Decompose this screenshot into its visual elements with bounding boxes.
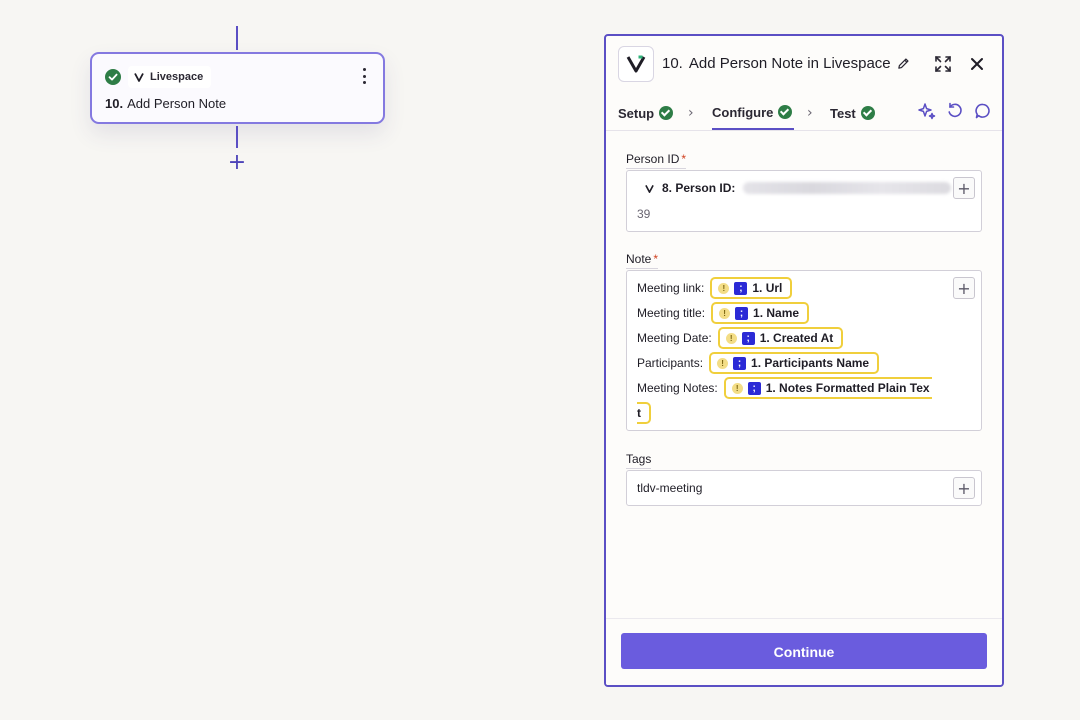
- note-line-meeting-date: Meeting Date: ! ; 1. Created At: [637, 327, 844, 349]
- tldv-icon: ;: [741, 331, 755, 345]
- mapped-field-label: 1. Name: [753, 306, 800, 320]
- mapped-field-pill[interactable]: ! ; 1. Notes Formatted Plain Tex: [723, 377, 932, 399]
- tags-field[interactable]: tldv-meeting +: [626, 470, 982, 506]
- pencil-icon[interactable]: [897, 57, 910, 70]
- livespace-logo-icon: [134, 73, 144, 82]
- add-mapping-button[interactable]: +: [953, 277, 975, 299]
- node-title: 10. Add Person Note: [105, 96, 226, 111]
- tab-configure[interactable]: Configure: [712, 96, 795, 130]
- connector-line-bottom: [236, 126, 238, 148]
- note-line-prefix: Meeting Date:: [637, 331, 712, 345]
- continue-button[interactable]: Continue: [621, 633, 987, 669]
- mapped-field-label: 1. Participants Name: [751, 356, 870, 370]
- kebab-menu-icon[interactable]: [359, 66, 369, 86]
- mapped-field-label: 1. Created At: [759, 331, 834, 345]
- chevron-right-icon: ›: [688, 105, 694, 121]
- check-circle-icon: [105, 69, 121, 85]
- note-line-prefix: Meeting link:: [637, 281, 705, 295]
- tab-test[interactable]: Test: [830, 96, 875, 130]
- node-app-name: Livespace: [150, 71, 204, 83]
- add-mapping-button[interactable]: +: [953, 477, 975, 499]
- mapped-field-pill-continuation[interactable]: t: [637, 402, 651, 424]
- panel-title: 10. Add Person Note in Livespace: [662, 55, 910, 72]
- sparkle-icon[interactable]: [916, 100, 938, 122]
- person-id-label: Person ID *: [626, 152, 687, 169]
- tab-configure-label: Configure: [712, 104, 774, 120]
- node-step-number: 10.: [105, 96, 124, 111]
- warning-icon: !: [719, 307, 731, 319]
- tab-test-label: Test: [830, 105, 856, 121]
- note-field[interactable]: Meeting link: ! ; 1. Url Meeting title: …: [626, 270, 982, 431]
- expand-icon[interactable]: [932, 53, 954, 75]
- tags-value: tldv-meeting: [637, 481, 703, 495]
- person-id-token-label: 8. Person ID:: [662, 181, 736, 195]
- panel-header: 10. Add Person Note in Livespace: [606, 36, 1002, 94]
- tldv-icon: ;: [734, 281, 748, 295]
- note-line-meeting-notes: Meeting Notes: ! ; 1. Notes Formatted Pl…: [637, 377, 932, 399]
- mapped-field-pill[interactable]: ! ; 1. Participants Name: [709, 352, 880, 374]
- node-app-badge: Livespace: [128, 66, 212, 88]
- warning-icon: !: [725, 332, 737, 344]
- required-mark: *: [653, 252, 659, 266]
- close-icon[interactable]: [966, 53, 988, 75]
- step-tabs: Setup › Configure › Test: [606, 96, 1002, 130]
- comment-icon[interactable]: [972, 100, 994, 122]
- mapped-field-label-tail: t: [637, 406, 641, 420]
- mapped-field-pill[interactable]: ! ; 1. Url: [710, 277, 793, 299]
- note-line-prefix: Meeting title:: [637, 306, 706, 320]
- tab-setup-label: Setup: [618, 105, 655, 121]
- undo-icon[interactable]: [944, 100, 966, 122]
- person-id-label-text: Person ID: [626, 152, 680, 166]
- note-label-text: Note: [626, 252, 652, 266]
- check-circle-icon: [778, 105, 793, 119]
- mapped-field-label: 1. Url: [752, 281, 783, 295]
- mapped-field-pill[interactable]: 8. Person ID:: [639, 177, 958, 199]
- add-mapping-button[interactable]: +: [953, 177, 975, 199]
- note-label: Note *: [626, 252, 659, 269]
- note-line-meeting-title: Meeting title: ! ; 1. Name: [637, 302, 810, 324]
- note-line-wrap: t: [637, 402, 651, 424]
- livespace-logo-icon: [645, 184, 654, 193]
- node-step-title: Add Person Note: [127, 96, 227, 111]
- panel-footer: Continue: [606, 618, 1002, 685]
- chevron-right-icon: ›: [807, 105, 813, 121]
- person-id-extra-value: 39: [637, 207, 651, 221]
- workflow-step-node[interactable]: Livespace 10. Add Person Note: [90, 52, 385, 124]
- step-config-panel: 10. Add Person Note in Livespace Setup ›…: [604, 34, 1004, 687]
- warning-icon: !: [731, 382, 743, 394]
- person-id-token-line: 8. Person ID:: [639, 177, 958, 199]
- check-circle-icon: [860, 106, 875, 120]
- warning-icon: !: [717, 357, 729, 369]
- mapped-field-label: 1. Notes Formatted Plain Tex: [765, 381, 930, 395]
- panel-title-text: Add Person Note in Livespace: [688, 55, 891, 72]
- tags-label: Tags: [626, 452, 652, 469]
- add-step-button[interactable]: +: [226, 152, 248, 174]
- note-line-participants: Participants: ! ; 1. Participants Name: [637, 352, 880, 374]
- tab-setup[interactable]: Setup: [618, 96, 674, 130]
- note-line-meeting-link: Meeting link: ! ; 1. Url: [637, 277, 793, 299]
- panel-title-number: 10.: [662, 55, 683, 72]
- note-line-prefix: Participants:: [637, 356, 704, 370]
- mapped-field-pill[interactable]: ! ; 1. Name: [711, 302, 810, 324]
- redacted-value: [743, 182, 952, 194]
- tldv-icon: ;: [747, 381, 761, 395]
- tldv-icon: ;: [735, 306, 749, 320]
- warning-icon: !: [718, 282, 730, 294]
- note-line-prefix: Meeting Notes:: [637, 381, 718, 395]
- tldv-icon: ;: [733, 356, 747, 370]
- check-circle-icon: [659, 106, 674, 120]
- tabs-divider: [606, 130, 1002, 131]
- person-id-field[interactable]: 8. Person ID: + 39: [626, 170, 982, 232]
- livespace-logo-icon: [618, 46, 654, 82]
- mapped-field-pill[interactable]: ! ; 1. Created At: [717, 327, 844, 349]
- connector-line-top: [236, 26, 238, 50]
- tags-label-text: Tags: [626, 452, 652, 466]
- required-mark: *: [681, 152, 687, 166]
